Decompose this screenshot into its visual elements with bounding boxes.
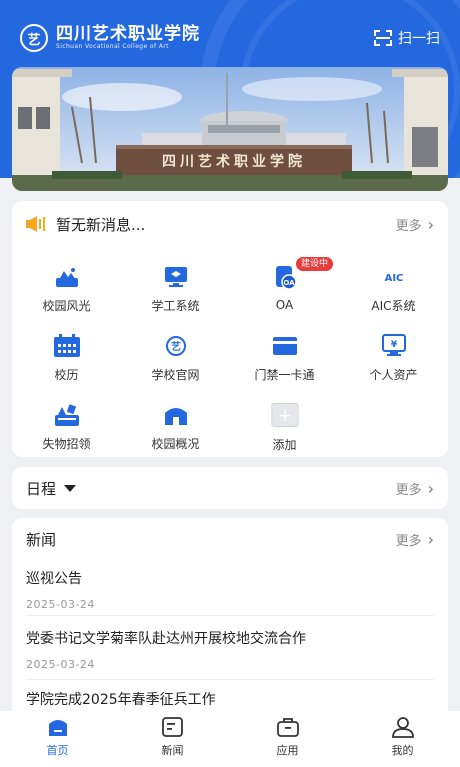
speaker-icon xyxy=(26,216,45,232)
news-item-title: 巡视公告 xyxy=(26,571,82,587)
app-item-school-website[interactable]: 艺 学校官网 xyxy=(121,328,230,383)
schedule-card: 日程 更多 › xyxy=(12,467,448,509)
profile-icon xyxy=(391,716,415,738)
app-item-campus-scenery[interactable]: 校园风光 xyxy=(12,259,121,314)
app-label: 校历 xyxy=(54,368,79,382)
more-label: 更多 xyxy=(395,533,422,549)
news-item-title: 学院完成2025年春季征兵工作 xyxy=(26,692,216,708)
oa-icon: OA xyxy=(271,263,299,291)
app-item-student-affairs[interactable]: 学工系统 xyxy=(121,259,230,314)
lost-found-icon xyxy=(53,401,81,428)
svg-text:艺: 艺 xyxy=(171,340,181,353)
app-label: 添加 xyxy=(272,438,297,452)
news-item[interactable]: 党委书记文学菊率队赴达州开展校地交流合作 2025-03-24 xyxy=(26,628,434,680)
aic-icon: AIC xyxy=(380,263,408,290)
tab-label: 我的 xyxy=(391,744,414,757)
monitor-icon xyxy=(162,263,190,290)
news-item-date: 2025-03-24 xyxy=(26,658,95,671)
notice-text: 暂无新消息... xyxy=(56,215,146,234)
svg-text:OA: OA xyxy=(283,279,295,287)
tab-news[interactable]: 新闻 xyxy=(115,711,230,767)
college-name-en: Sichuan Vocational College of Art xyxy=(56,43,169,50)
scan-label: 扫一扫 xyxy=(398,31,440,47)
gate-text: 四川艺术职业学院 xyxy=(162,153,306,170)
chevron-right-icon: › xyxy=(427,478,434,498)
card-icon xyxy=(271,332,299,359)
tab-profile[interactable]: 我的 xyxy=(345,711,460,767)
news-more-link[interactable]: 更多 › xyxy=(396,530,434,549)
campus-gate-image: 四川艺术职业学院 xyxy=(12,67,448,191)
landscape-icon xyxy=(53,263,81,290)
news-item-title: 党委书记文学菊率队赴达州开展校地交流合作 xyxy=(26,631,306,647)
app-item-campus-overview[interactable]: 校园概况 xyxy=(121,397,230,452)
app-item-calendar[interactable]: 校历 xyxy=(12,328,121,383)
app-item-personal-assets[interactable]: ¥ 个人资产 xyxy=(339,328,448,383)
app-label: 校园风光 xyxy=(42,299,91,313)
tab-label: 新闻 xyxy=(161,744,184,757)
tab-home[interactable]: 首页 xyxy=(0,711,115,767)
notice-bar[interactable]: 暂无新消息... 更多 › xyxy=(26,213,434,235)
caret-down-icon xyxy=(64,484,77,492)
schedule-dropdown[interactable]: 日程 xyxy=(26,478,396,499)
svg-text:¥: ¥ xyxy=(390,340,397,350)
svg-text:AIC: AIC xyxy=(384,273,403,284)
app-item-add[interactable]: + 添加 xyxy=(230,397,339,452)
add-icon: + xyxy=(270,401,299,429)
news-item-date: 2025-03-24 xyxy=(26,598,95,611)
home-icon xyxy=(46,716,70,738)
campus-banner[interactable]: 四川艺术职业学院 xyxy=(12,67,448,191)
news-title: 新闻 xyxy=(26,530,57,549)
app-label: 个人资产 xyxy=(369,368,418,382)
logo-mark: 艺 xyxy=(20,24,48,52)
school-logo-icon: 艺 xyxy=(162,332,190,359)
app-label: 学校官网 xyxy=(151,368,200,382)
more-label: 更多 xyxy=(395,482,422,498)
apps-icon xyxy=(276,716,300,738)
chevron-right-icon: › xyxy=(427,529,434,549)
calendar-icon xyxy=(53,332,81,359)
college-logo: 艺 四川艺术职业学院 Sichuan Vocational College of… xyxy=(20,24,200,52)
tab-label: 应用 xyxy=(276,744,299,757)
asset-monitor-icon: ¥ xyxy=(380,332,408,359)
app-item-access-card[interactable]: 门禁一卡通 xyxy=(230,328,339,383)
app-item-lost-and-found[interactable]: 失物招领 xyxy=(12,397,121,452)
schedule-more-link[interactable]: 更多 › xyxy=(396,479,434,498)
news-header: 新闻 更多 › xyxy=(26,528,434,550)
app-item-aic[interactable]: AIC AIC系统 xyxy=(339,259,448,314)
scan-icon xyxy=(374,30,392,46)
news-icon xyxy=(161,716,185,738)
app-grid: 校园风光 学工系统 建设中 OA OA AIC AIC系统 校历 艺 学校官网 … xyxy=(12,257,448,452)
app-item-oa[interactable]: 建设中 OA OA xyxy=(230,257,339,314)
app-label: 失物招领 xyxy=(42,437,91,451)
tab-label: 首页 xyxy=(46,744,69,757)
app-label: 学工系统 xyxy=(151,299,200,313)
notice-more-link[interactable]: 更多 › xyxy=(396,215,434,234)
app-label: AIC系统 xyxy=(371,299,416,313)
svg-text:+: + xyxy=(278,406,292,425)
news-item[interactable]: 巡视公告 2025-03-24 xyxy=(26,568,434,616)
notice-and-apps-card: 暂无新消息... 更多 › 校园风光 学工系统 建设中 OA OA AIC AI… xyxy=(12,201,448,457)
more-label: 更多 xyxy=(395,218,422,234)
building-icon xyxy=(162,401,190,428)
under-construction-badge: 建设中 xyxy=(296,257,334,271)
app-label: 校园概况 xyxy=(151,437,200,451)
app-label: OA xyxy=(275,298,294,312)
tab-apps[interactable]: 应用 xyxy=(230,711,345,767)
bottom-tab-bar: 首页 新闻 应用 我的 xyxy=(0,711,460,767)
college-name: 四川艺术职业学院 xyxy=(56,24,200,44)
app-label: 门禁一卡通 xyxy=(254,368,315,382)
schedule-title: 日程 xyxy=(26,479,57,498)
scan-button[interactable]: 扫一扫 xyxy=(374,28,440,48)
chevron-right-icon: › xyxy=(427,214,434,234)
